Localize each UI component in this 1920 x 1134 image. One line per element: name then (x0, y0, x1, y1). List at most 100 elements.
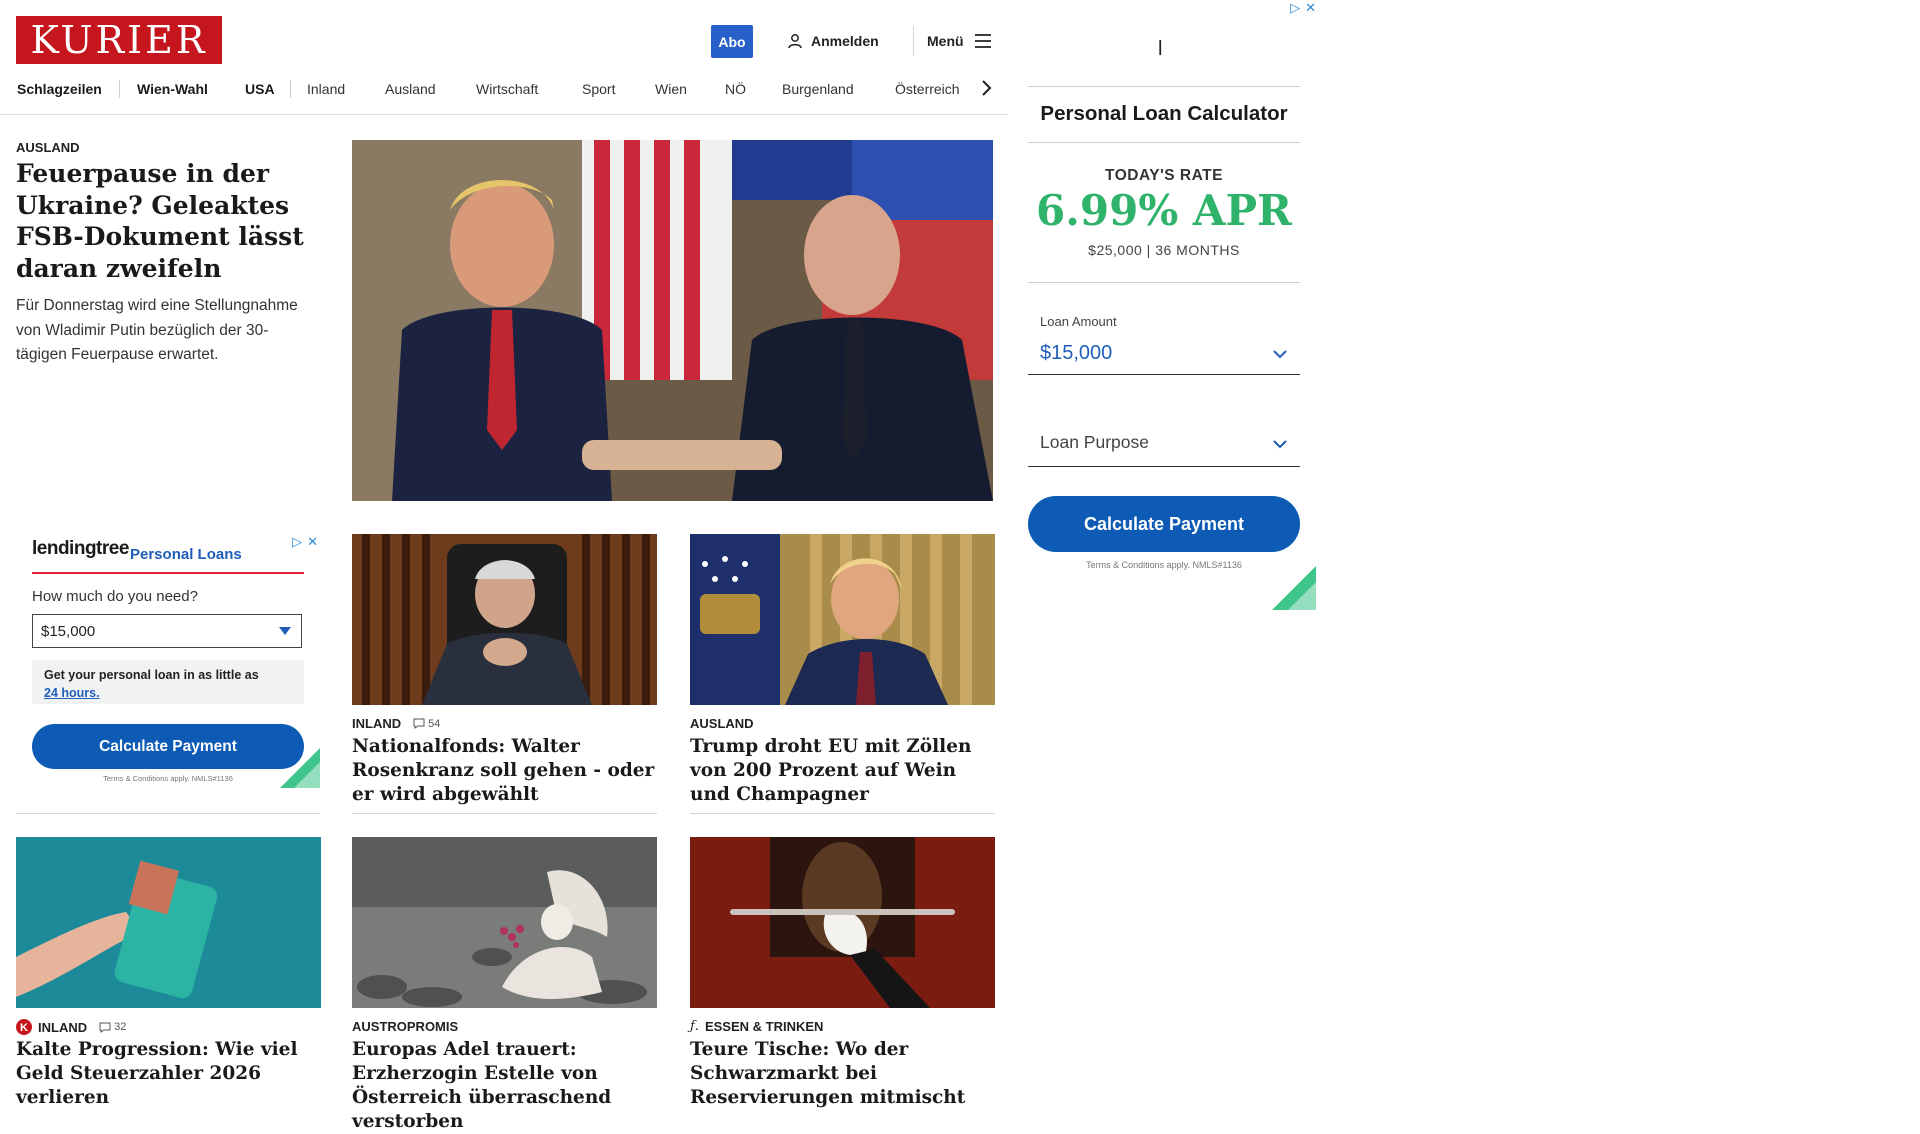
rate-terms: $25,000 | 36 MONTHS (1088, 242, 1240, 258)
ad-divider (1028, 142, 1300, 143)
ad-choices[interactable]: ▷ ✕ (292, 534, 318, 550)
card-category: AUSTROPROMIS (352, 1019, 459, 1034)
menu-label: Menü (927, 33, 964, 49)
login-button[interactable]: Anmelden (787, 30, 879, 52)
calculate-payment-button[interactable]: Calculate Payment (1028, 496, 1300, 552)
card-image-waiter-tray[interactable] (690, 837, 995, 1008)
comment-count-value: 54 (428, 717, 441, 730)
nav-item-ausland[interactable]: Ausland (385, 81, 436, 97)
adchoices-icon[interactable]: ▷ (292, 534, 302, 550)
user-icon (788, 34, 802, 49)
nav-item-burgenland[interactable]: Burgenland (782, 81, 854, 97)
divider (690, 813, 995, 814)
loan-note-link[interactable]: 24 hours. (44, 686, 100, 700)
card-headline[interactable]: Nationalfonds: Walter Rosenkranz soll ge… (352, 735, 657, 807)
nav-item-oesterreich[interactable]: Österreich (895, 81, 960, 97)
loan-amount-select[interactable]: $15,000 (1028, 330, 1300, 375)
food-script-icon: ƒ. (690, 1019, 699, 1034)
card-image-trump-zoelle[interactable] (690, 534, 995, 705)
rate-label: TODAY'S RATE (1105, 167, 1223, 184)
nav-item-usa[interactable]: USA (245, 81, 275, 97)
nav-item-wien-wahl[interactable]: Wien-Wahl (137, 81, 208, 97)
chevron-down-icon (1273, 350, 1287, 359)
loan-note: Get your personal loan in as little as 2… (32, 660, 304, 704)
menu-button[interactable]: Menü (927, 30, 992, 52)
ad-divider (32, 572, 304, 574)
abo-button[interactable]: Abo (711, 25, 753, 58)
card-image-angel-statue[interactable] (352, 837, 657, 1008)
chevron-down-icon (1273, 440, 1287, 449)
nav-item-wien[interactable]: Wien (655, 81, 687, 97)
adchoices-icon[interactable]: ▷ (1290, 0, 1300, 16)
header-divider (913, 26, 914, 56)
calculator-title: Personal Loan Calculator (1040, 102, 1288, 125)
card-category: INLAND (38, 1019, 88, 1035)
card-meta: AUSTROPROMIS (352, 1019, 458, 1034)
lead-category: AUSLAND (16, 140, 80, 155)
loan-amount-label: Loan Amount (1040, 314, 1117, 329)
loan-amount-question: How much do you need? (32, 588, 198, 605)
kurier-logo[interactable]: KURIER (16, 16, 222, 64)
section-nav: Schlagzeilen Wien-Wahl USA Inland Auslan… (0, 78, 1000, 100)
card-category: INLAND (352, 716, 402, 731)
card-headline[interactable]: Trump droht EU mit Zöllen von 200 Prozen… (690, 735, 995, 807)
ad-logo-mark: l (1158, 38, 1163, 60)
lead-teaser: Für Donnerstag wird eine Stellungnahme v… (16, 297, 298, 363)
ad-corner-graphic (280, 748, 320, 788)
loan-purpose-select[interactable]: Loan Purpose (1028, 422, 1300, 467)
kurier-k-icon: K (16, 1019, 32, 1035)
nav-item-schlagzeilen[interactable]: Schlagzeilen (17, 81, 102, 97)
svg-text:K: K (20, 1022, 28, 1034)
calculate-payment-button[interactable]: Calculate Payment (32, 724, 304, 769)
card-meta: ƒ. ESSEN & TRINKEN (690, 1019, 823, 1034)
close-icon[interactable]: ✕ (307, 534, 318, 550)
card-category: ESSEN & TRINKEN (704, 1019, 824, 1034)
comment-icon (99, 1022, 111, 1033)
card-headline[interactable]: Europas Adel trauert: Erzherzogin Estell… (352, 1038, 657, 1134)
card-image-wallet[interactable] (16, 837, 321, 1008)
card-meta: K INLAND 32 (16, 1019, 126, 1035)
loan-amount-value: $15,000 (41, 622, 96, 640)
nav-item-sport[interactable]: Sport (582, 81, 615, 97)
rate-value: 6.99% APR (1036, 186, 1292, 235)
card-headline[interactable]: Kalte Progression: Wie viel Geld Steuerz… (16, 1038, 321, 1110)
comment-count[interactable]: 54 (413, 718, 440, 730)
card-headline[interactable]: Teure Tische: Wo der Schwarzmarkt bei Re… (690, 1038, 995, 1110)
card-meta: AUSLAND (690, 716, 754, 731)
lendingtree-ad[interactable]: ▷ ✕ lendingtree Personal Loans How much … (16, 528, 320, 788)
nav-separator (290, 80, 291, 98)
divider (16, 813, 320, 814)
loan-purpose-placeholder: Loan Purpose (1040, 432, 1149, 452)
login-label: Anmelden (811, 33, 879, 49)
lendingtree-product: Personal Loans (130, 546, 242, 563)
ad-choices[interactable]: ▷ ✕ (1290, 0, 1316, 16)
ad-corner-graphic (1272, 566, 1316, 610)
card-image-rosenkranz[interactable] (352, 534, 657, 705)
card-meta: INLAND 54 (352, 716, 440, 731)
lead-image[interactable] (352, 140, 993, 501)
card-category: AUSLAND (690, 716, 754, 731)
ad-divider (1028, 282, 1300, 283)
caret-down-icon (279, 627, 291, 635)
ad-terms: Terms & Conditions apply. NMLS#1136 (103, 774, 233, 783)
close-icon[interactable]: ✕ (1305, 0, 1316, 16)
nav-item-wirtschaft[interactable]: Wirtschaft (476, 81, 538, 97)
nav-separator (119, 80, 120, 98)
comment-icon (413, 718, 425, 729)
ad-terms: Terms & Conditions apply. NMLS#1136 (1086, 560, 1242, 570)
divider (352, 813, 657, 814)
loan-amount-select[interactable]: $15,000 (32, 614, 302, 648)
lead-headline[interactable]: Feuerpause in der Ukraine? Geleaktes FSB… (16, 158, 316, 284)
loan-note-text: Get your personal loan in as little as (44, 668, 259, 682)
ad-divider (1028, 86, 1300, 87)
site-header: KURIER Abo Anmelden Menü Schlagzeilen Wi… (0, 0, 1008, 115)
loan-amount-value: $15,000 (1040, 342, 1113, 364)
hamburger-icon (974, 34, 991, 48)
nav-item-inland[interactable]: Inland (307, 81, 345, 97)
comment-count[interactable]: 32 (99, 1021, 126, 1033)
nav-item-noe[interactable]: NÖ (725, 81, 746, 97)
comment-count-value: 32 (114, 1021, 127, 1033)
lendingtree-logo: lendingtree (32, 538, 129, 559)
chevron-right-icon[interactable] (978, 78, 994, 98)
loan-calculator-ad[interactable]: ▷ ✕ l Personal Loan Calculator TODAY'S R… (1028, 0, 1316, 610)
